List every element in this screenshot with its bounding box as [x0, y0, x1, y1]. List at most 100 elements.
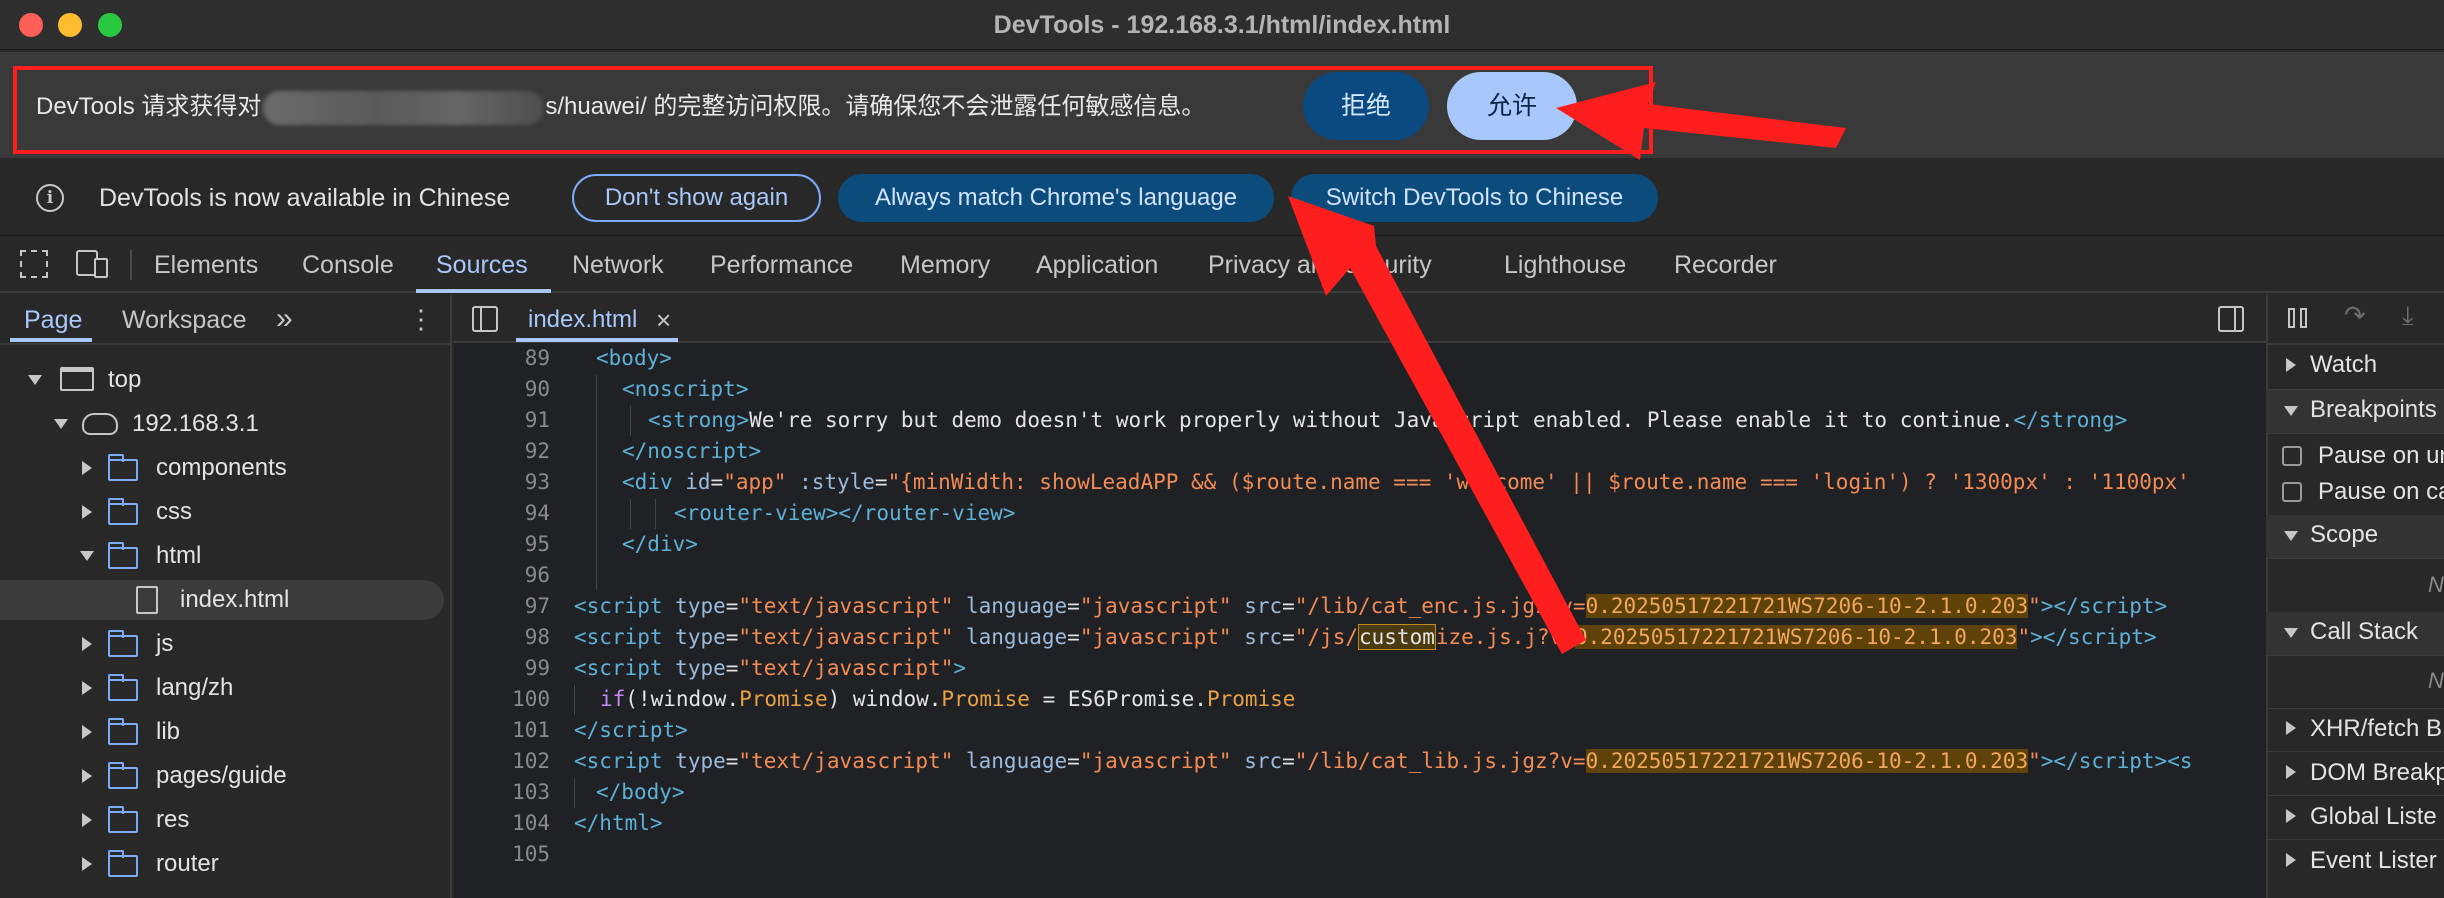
expand-arrow-icon[interactable]: [54, 419, 68, 429]
toggle-navigator-icon[interactable]: [472, 306, 498, 332]
collapse-arrow-icon[interactable]: [82, 725, 92, 739]
navigator-tab-workspace[interactable]: Workspace: [122, 300, 247, 340]
call-stack-empty-text: N: [2428, 668, 2444, 693]
pause-uncaught-checkbox[interactable]: [2282, 446, 2302, 466]
close-tab-icon[interactable]: ×: [656, 305, 671, 335]
tab-privacy-security[interactable]: Privacy and security: [1208, 237, 1432, 293]
tree-item-lang-zh[interactable]: lang/zh: [156, 668, 233, 708]
indent-guide: [574, 778, 575, 808]
collapse-arrow-icon[interactable]: [2286, 853, 2296, 867]
tree-item-host[interactable]: 192.168.3.1: [132, 404, 259, 444]
collapse-arrow-icon[interactable]: [2286, 765, 2296, 779]
code-line: <script type="text/javascript" language=…: [574, 749, 2193, 773]
tree-item-pages-guide[interactable]: pages/guide: [156, 756, 287, 796]
collapse-arrow-icon[interactable]: [2286, 809, 2296, 823]
step-into-icon[interactable]: ⤓: [2402, 300, 2414, 330]
code-line: <router-view></router-view>: [674, 501, 1016, 525]
tree-item-css[interactable]: css: [156, 492, 192, 532]
tree-item-top[interactable]: top: [108, 360, 141, 400]
collapse-arrow-icon[interactable]: [82, 505, 92, 519]
call-stack-section[interactable]: Call Stack: [2310, 612, 2418, 652]
pause-uncaught-label: Pause on ur: [2318, 442, 2444, 469]
collapse-arrow-icon[interactable]: [2286, 721, 2296, 735]
inspect-element-icon[interactable]: [20, 250, 48, 278]
dont-show-again-button[interactable]: Don't show again: [572, 174, 821, 222]
device-toolbar-icon[interactable]: [76, 250, 108, 278]
switch-to-chinese-button[interactable]: Switch DevTools to Chinese: [1291, 174, 1658, 222]
collapse-arrow-icon[interactable]: [82, 769, 92, 783]
tab-memory[interactable]: Memory: [900, 237, 990, 293]
global-listeners-section[interactable]: Global Liste: [2310, 797, 2437, 837]
pause-icon[interactable]: [2286, 306, 2310, 330]
deny-button[interactable]: 拒绝: [1303, 72, 1429, 140]
folder-icon: [108, 454, 138, 481]
line-number: 90: [524, 377, 550, 401]
code-line: </div>: [622, 532, 698, 556]
code-line: <script type="text/javascript">: [574, 656, 966, 680]
xhr-breakpoints-section[interactable]: XHR/fetch B: [2310, 709, 2442, 749]
expand-arrow-icon[interactable]: [2284, 531, 2298, 541]
line-number: 91: [524, 408, 550, 432]
collapse-arrow-icon[interactable]: [82, 813, 92, 827]
tab-console[interactable]: Console: [302, 237, 394, 293]
permission-message-suffix: s/huawei/ 的完整访问权限。请确保您不会泄露任何敏感信息。: [545, 93, 1206, 120]
code-line: <strong>We're sorry but demo doesn't wor…: [648, 408, 2128, 432]
collapse-arrow-icon[interactable]: [82, 637, 92, 651]
collapse-arrow-icon[interactable]: [82, 461, 92, 475]
tab-recorder[interactable]: Recorder: [1674, 237, 1777, 293]
navigator-tab-page[interactable]: Page: [24, 300, 82, 340]
expand-arrow-icon[interactable]: [2284, 406, 2298, 416]
step-over-icon[interactable]: ↷: [2344, 300, 2366, 330]
event-listeners-section[interactable]: Event Lister: [2310, 841, 2437, 881]
collapse-arrow-icon[interactable]: [82, 681, 92, 695]
navigator-active-indicator: [10, 338, 92, 342]
section-divider: [2266, 795, 2444, 796]
toggle-debugger-icon[interactable]: [2218, 306, 2244, 332]
file-icon: [136, 586, 158, 614]
tab-lighthouse[interactable]: Lighthouse: [1504, 237, 1626, 293]
folder-icon: [108, 542, 138, 569]
tree-item-js[interactable]: js: [156, 624, 173, 664]
tree-item-router[interactable]: router: [156, 844, 219, 884]
line-number: 93: [524, 470, 550, 494]
permission-message-prefix: DevTools 请求获得对: [36, 93, 262, 120]
more-tabs-icon[interactable]: »: [276, 304, 293, 334]
collapse-arrow-icon[interactable]: [2286, 358, 2296, 372]
expand-arrow-icon[interactable]: [80, 551, 94, 561]
code-line: </script>: [574, 718, 688, 742]
code-line: if(!window.Promise) window.Promise = ES6…: [600, 687, 1296, 711]
expand-arrow-icon[interactable]: [2284, 628, 2298, 638]
always-match-language-button[interactable]: Always match Chrome's language: [838, 174, 1274, 222]
tree-item-lib[interactable]: lib: [156, 712, 180, 752]
tab-application[interactable]: Application: [1036, 237, 1158, 293]
allow-button[interactable]: 允许: [1447, 72, 1577, 140]
indent-guide: [630, 406, 631, 436]
pause-caught-checkbox[interactable]: [2282, 482, 2302, 502]
cloud-icon: [82, 413, 118, 435]
tree-item-html[interactable]: html: [156, 536, 201, 576]
folder-icon: [108, 718, 138, 745]
breakpoints-section[interactable]: Breakpoints: [2310, 390, 2437, 430]
tree-item-components[interactable]: components: [156, 448, 287, 488]
section-divider: [2266, 751, 2444, 752]
watch-section[interactable]: Watch: [2310, 345, 2377, 385]
tab-performance[interactable]: Performance: [710, 237, 853, 293]
folder-icon: [108, 674, 138, 701]
tab-network[interactable]: Network: [572, 237, 664, 293]
tree-item-index-html[interactable]: index.html: [180, 580, 289, 620]
section-divider: [2266, 839, 2444, 840]
dom-breakpoints-section[interactable]: DOM Breakp: [2310, 753, 2444, 793]
tab-elements[interactable]: Elements: [154, 237, 258, 293]
scope-section[interactable]: Scope: [2310, 515, 2378, 555]
editor-active-tab-indicator: [516, 338, 678, 342]
tree-item-res[interactable]: res: [156, 800, 189, 840]
editor-file-tab[interactable]: index.html: [528, 300, 637, 340]
pause-caught-label: Pause on ca: [2318, 478, 2444, 505]
line-number: 104: [512, 811, 550, 835]
navigator-menu-icon[interactable]: ⋮: [408, 304, 434, 334]
language-message: DevTools is now available in Chinese: [99, 184, 511, 212]
expand-arrow-icon[interactable]: [28, 375, 42, 385]
tab-sources[interactable]: Sources: [436, 237, 528, 293]
code-line: <div id="app" :style="{minWidth: showLea…: [622, 470, 2190, 494]
collapse-arrow-icon[interactable]: [82, 857, 92, 871]
